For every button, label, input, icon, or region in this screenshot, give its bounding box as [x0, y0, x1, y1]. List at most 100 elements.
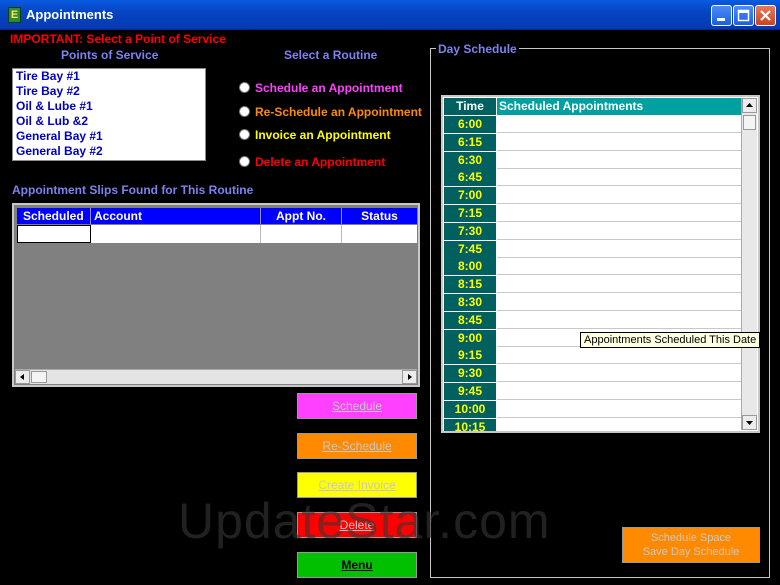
time-slot[interactable]: 7:00: [444, 187, 496, 205]
radio-circle-icon[interactable]: [239, 82, 250, 93]
column-account[interactable]: Account: [91, 208, 261, 224]
appointment-slips-grid[interactable]: Scheduled Account Appt No. Status: [12, 203, 420, 387]
schedule-row[interactable]: 9:30: [444, 365, 742, 383]
routine-radio-1[interactable]: Re-Schedule an Appointment: [239, 104, 439, 120]
appointment-slot[interactable]: [497, 418, 742, 431]
vertical-scrollbar[interactable]: [741, 98, 757, 430]
time-slot[interactable]: 6:15: [444, 133, 496, 151]
minimize-button[interactable]: [711, 5, 732, 26]
appointment-slot[interactable]: [497, 205, 742, 222]
schedule-row[interactable]: 6:00: [444, 116, 742, 133]
time-slot[interactable]: 6:45: [444, 169, 496, 187]
schedule-row[interactable]: 8:00: [444, 258, 742, 276]
schedule-row[interactable]: 9:15: [444, 347, 742, 365]
appointment-slot[interactable]: [497, 151, 742, 169]
radio-circle-icon[interactable]: [239, 156, 250, 167]
time-slot[interactable]: 8:30: [444, 294, 496, 311]
radio-circle-icon[interactable]: [239, 106, 250, 117]
schedule-space-button[interactable]: Schedule Space Save Day Schedule: [622, 527, 760, 563]
table-cell[interactable]: [91, 225, 261, 243]
appointment-slot[interactable]: [497, 294, 742, 311]
appointment-slot[interactable]: [497, 311, 742, 329]
time-slot[interactable]: 10:15: [444, 418, 496, 431]
time-slot[interactable]: 9:00: [444, 329, 496, 347]
schedule-row[interactable]: 7:00: [444, 187, 742, 205]
reschedule-button[interactable]: Re-Schedule: [297, 433, 417, 459]
appointment-slot[interactable]: [497, 347, 742, 365]
list-item[interactable]: General Bay #2: [13, 144, 205, 159]
schedule-button[interactable]: Schedule: [297, 393, 417, 419]
time-slot[interactable]: 8:45: [444, 311, 496, 329]
appointments-column-header[interactable]: Scheduled Appointments: [497, 98, 742, 115]
day-schedule-grid[interactable]: Time Scheduled Appointments 6:00 6:15 6:30…: [441, 95, 760, 433]
time-slot[interactable]: 9:45: [444, 383, 496, 400]
schedule-row[interactable]: 7:15: [444, 205, 742, 222]
appointment-slot[interactable]: [497, 383, 742, 400]
time-slot[interactable]: 7:45: [444, 240, 496, 258]
schedule-row[interactable]: 8:30: [444, 294, 742, 311]
schedule-row[interactable]: 10:00: [444, 400, 742, 418]
close-button[interactable]: [755, 5, 776, 26]
radio-circle-icon[interactable]: [239, 129, 250, 140]
time-column-header[interactable]: Time: [444, 98, 496, 115]
appointment-slot[interactable]: [497, 240, 742, 258]
horizontal-scrollbar[interactable]: [15, 369, 417, 384]
chevron-down-icon: [746, 421, 753, 425]
time-slot[interactable]: 7:30: [444, 222, 496, 240]
schedule-row[interactable]: 10:15: [444, 418, 742, 431]
schedule-row[interactable]: 8:45: [444, 311, 742, 329]
schedule-row[interactable]: 7:45: [444, 240, 742, 258]
routine-radio-2[interactable]: Invoice an Appointment: [239, 127, 439, 143]
list-item[interactable]: Oil & Lube #1: [13, 99, 205, 114]
appointment-slot[interactable]: [497, 222, 742, 240]
scroll-thumb[interactable]: [743, 115, 756, 130]
table-row[interactable]: [17, 225, 417, 243]
scroll-down-button[interactable]: [742, 415, 757, 430]
time-slot[interactable]: 8:15: [444, 276, 496, 294]
routine-radio-3[interactable]: Delete an Appointment: [239, 154, 439, 170]
scroll-right-button[interactable]: [402, 370, 417, 384]
table-cell[interactable]: [17, 225, 91, 243]
appointment-slot[interactable]: [497, 187, 742, 205]
list-item[interactable]: General Bay #1: [13, 129, 205, 144]
time-slot[interactable]: 6:00: [444, 116, 496, 133]
appointment-slot[interactable]: [497, 400, 742, 418]
chevron-right-icon: [408, 374, 412, 380]
appointment-slot[interactable]: [497, 133, 742, 151]
time-slot[interactable]: 8:00: [444, 258, 496, 276]
list-item[interactable]: Oil & Lub &2: [13, 114, 205, 129]
schedule-row[interactable]: 6:45: [444, 169, 742, 187]
schedule-row[interactable]: 9:45: [444, 383, 742, 400]
list-item[interactable]: Tire Bay #2: [13, 84, 205, 99]
time-slot[interactable]: 10:00: [444, 400, 496, 418]
time-slot[interactable]: 9:30: [444, 365, 496, 383]
scroll-thumb[interactable]: [31, 371, 47, 383]
schedule-header: Time Scheduled Appointments: [444, 98, 742, 115]
time-slot[interactable]: 6:30: [444, 151, 496, 169]
column-status[interactable]: Status: [342, 208, 417, 224]
menu-button[interactable]: Menu: [297, 552, 417, 578]
schedule-row[interactable]: 6:15: [444, 133, 742, 151]
schedule-row[interactable]: 6:30: [444, 151, 742, 169]
time-slot[interactable]: 7:15: [444, 205, 496, 222]
list-item[interactable]: Tire Bay #1: [13, 69, 205, 84]
schedule-row[interactable]: 7:30: [444, 222, 742, 240]
column-scheduled[interactable]: Scheduled: [17, 208, 91, 224]
table-cell[interactable]: [261, 225, 342, 243]
maximize-button[interactable]: [733, 5, 754, 26]
appointment-slot[interactable]: [497, 258, 742, 276]
schedule-row[interactable]: 8:15: [444, 276, 742, 294]
minimize-icon: [717, 18, 725, 21]
routine-radio-0[interactable]: Schedule an Appointment: [239, 80, 439, 96]
appointment-slot[interactable]: [497, 365, 742, 383]
appointment-slot[interactable]: [497, 169, 742, 187]
points-of-service-list[interactable]: Tire Bay #1 Tire Bay #2 Oil & Lube #1 Oil &…: [12, 68, 206, 161]
table-cell[interactable]: [342, 225, 417, 243]
tooltip: Appointments Scheduled This Date: [580, 332, 761, 348]
appointment-slot[interactable]: [497, 116, 742, 133]
scroll-up-button[interactable]: [742, 98, 757, 113]
column-appt-no[interactable]: Appt No.: [261, 208, 342, 224]
scroll-left-button[interactable]: [15, 370, 30, 384]
appointment-slot[interactable]: [497, 276, 742, 294]
time-slot[interactable]: 9:15: [444, 347, 496, 365]
